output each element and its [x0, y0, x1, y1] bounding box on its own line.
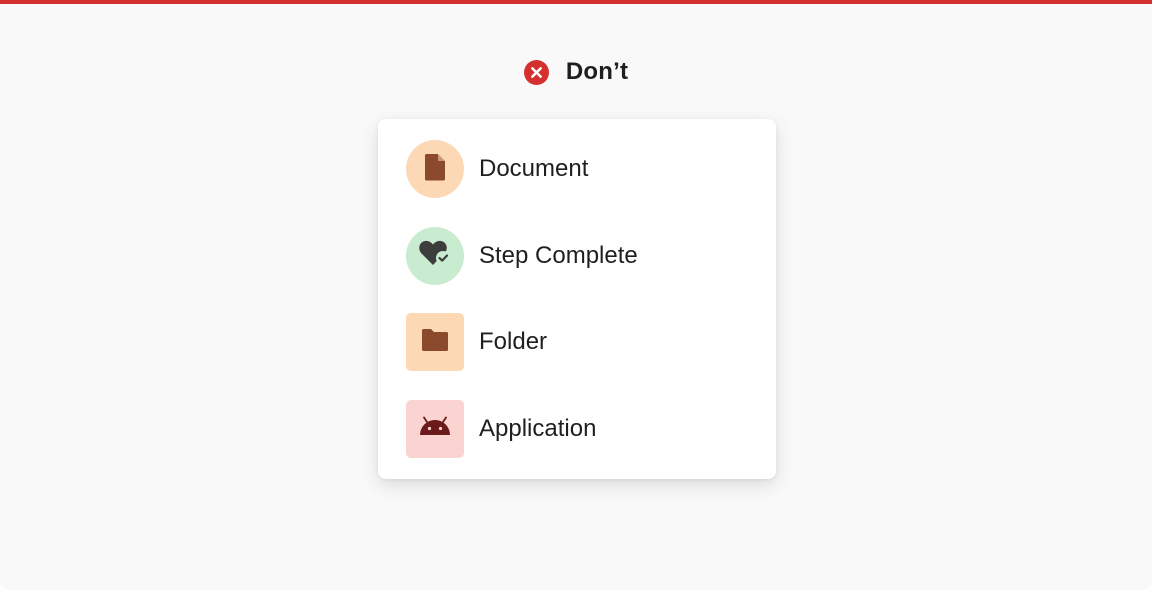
android-icon	[419, 416, 451, 441]
heart-check-icon	[418, 238, 452, 273]
application-avatar	[406, 399, 464, 458]
list-item-document[interactable]: Document	[378, 140, 776, 198]
list-item-step-complete[interactable]: Step Complete	[378, 226, 776, 285]
list-item-label: Step Complete	[479, 241, 638, 269]
list-item-label: Folder	[479, 328, 548, 355]
status-label: Don’t	[565, 58, 629, 85]
dont-example-panel: Don’t Document Step Complete Folder Appl…	[0, 0, 1152, 590]
list-item-label: Document	[479, 155, 589, 182]
close-circle-icon	[523, 59, 549, 85]
list-item-application[interactable]: Application	[378, 399, 776, 458]
document-avatar	[406, 140, 464, 198]
list-item-label: Application	[479, 414, 597, 442]
folder-icon	[420, 328, 450, 357]
step-complete-avatar	[406, 226, 464, 285]
folder-avatar	[406, 313, 464, 371]
example-header: Don’t	[0, 56, 1152, 88]
document-icon	[423, 153, 447, 186]
list-card: Document Step Complete Folder Applicatio…	[378, 119, 776, 479]
list-item-folder[interactable]: Folder	[378, 313, 776, 371]
